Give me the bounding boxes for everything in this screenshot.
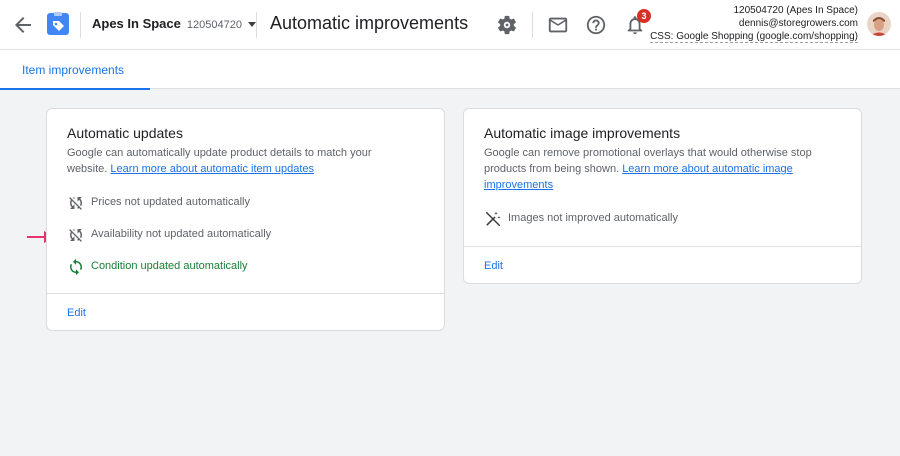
automatic-updates-card: Automatic updates Google can automatical… — [46, 108, 445, 331]
user-email: dennis@storegrowers.com — [738, 18, 858, 29]
status-label: Availability not updated automatically — [91, 228, 272, 240]
magic-wand-off-icon — [485, 211, 501, 227]
card-title: Automatic updates — [67, 125, 183, 141]
sync-disabled-icon — [69, 229, 82, 242]
status-label: Condition updated automatically — [91, 260, 248, 272]
learn-more-item-updates-link[interactable]: Learn more about automatic item updates — [110, 163, 314, 175]
page-title: Automatic improvements — [270, 13, 469, 33]
account-id: 120504720 — [186, 19, 242, 31]
tab-bar: Item improvements — [0, 50, 900, 90]
user-info: 120504720 (Apes In Space) dennis@storegr… — [650, 4, 858, 43]
divider — [47, 293, 444, 294]
tab-label: Item improvements — [22, 63, 125, 77]
notifications-badge: 3 — [637, 9, 651, 23]
sync-disabled-icon — [69, 197, 82, 210]
card-description: Google can automatically update product … — [67, 147, 372, 175]
edit-automatic-updates-button[interactable]: Edit — [67, 307, 86, 319]
divider — [464, 246, 861, 247]
merchant-center-logo-icon[interactable] — [46, 12, 70, 36]
card-title: Automatic image improvements — [484, 125, 681, 141]
help-icon[interactable] — [585, 14, 607, 36]
tab-item-improvements[interactable]: Item improvements — [0, 50, 150, 90]
top-app-bar: Apes In Space 120504720 Automatic improve… — [0, 0, 900, 50]
edit-image-improvements-button[interactable]: Edit — [484, 260, 503, 272]
settings-gear-icon[interactable] — [496, 14, 518, 36]
status-label: Prices not updated automatically — [91, 196, 250, 208]
back-arrow-icon[interactable] — [11, 13, 35, 37]
divider — [532, 12, 533, 38]
divider — [256, 12, 257, 38]
user-account-line: 120504720 (Apes In Space) — [733, 5, 858, 16]
status-label: Images not improved automatically — [508, 212, 678, 224]
avatar[interactable] — [867, 12, 891, 36]
sync-icon — [70, 258, 82, 276]
caret-down-icon — [247, 22, 256, 28]
mail-icon[interactable] — [547, 14, 569, 36]
automatic-image-improvements-card: Automatic image improvements Google can … — [463, 108, 862, 284]
account-switcher[interactable]: Apes In Space 120504720 — [92, 16, 256, 31]
divider — [80, 12, 81, 38]
active-tab-indicator — [0, 88, 150, 90]
user-css: CSS: Google Shopping (google.com/shoppin… — [650, 31, 858, 43]
card-description: Google can remove promotional overlays t… — [484, 147, 812, 191]
account-name: Apes In Space — [92, 16, 181, 31]
